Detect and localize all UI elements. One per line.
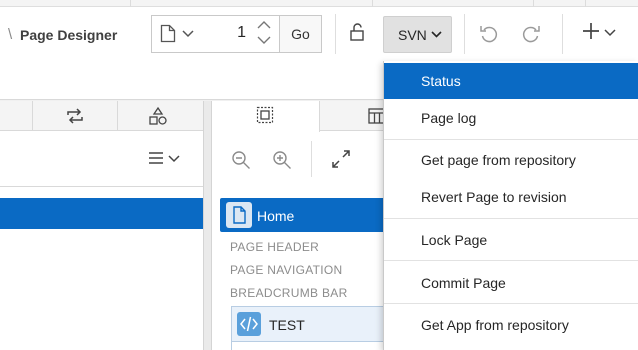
zoom-in-icon[interactable] [272,150,292,170]
toolbar-divider [335,14,336,54]
refresh-arrows-icon[interactable] [65,107,85,125]
menu-separator [384,260,638,261]
panel-splitter[interactable] [203,101,212,350]
page-name: Home [257,208,295,224]
menu-item-lock-page[interactable]: Lock Page [384,222,638,258]
strip-divider [533,0,534,7]
chevron-down-icon[interactable] [604,29,616,37]
svn-button-label: SVN [398,27,427,43]
strip-divider [130,0,131,7]
menu-item-status[interactable]: Status [384,63,638,99]
page-number-input[interactable]: 1 [208,24,246,42]
go-button[interactable]: Go [279,15,322,53]
menu-item-page-log[interactable]: Page log [384,100,638,136]
left-tab-bar [0,101,203,131]
toolbar-divider [311,141,312,177]
spin-up-icon[interactable] [257,20,271,29]
chevron-down-icon [431,31,442,38]
menu-item-revert-page-to-revision[interactable]: Revert Page to revision [384,179,638,215]
menu-item-commit-page[interactable]: Commit Page [384,265,638,301]
zoom-out-icon[interactable] [231,150,251,170]
left-panel [0,101,203,350]
layout-icon [256,106,274,124]
menu-item-get-page-from-repository[interactable]: Get page from repository [384,142,638,178]
region-name: TEST [269,317,305,333]
svn-button[interactable]: SVN [383,16,452,53]
region-label-breadcrumb-bar[interactable]: BREADCRUMB BAR [230,286,348,300]
plus-icon[interactable] [582,22,600,40]
menu-separator [384,218,638,219]
expand-icon[interactable] [331,149,351,169]
redo-icon[interactable] [521,24,541,44]
region-label-page-header[interactable]: PAGE HEADER [230,240,319,254]
selected-tree-row[interactable] [0,198,203,229]
breadcrumb-separator: \ [8,26,13,43]
menu-separator [384,303,638,304]
tab-divider [117,101,118,131]
chevron-down-icon[interactable] [168,155,180,163]
region-label-page-navigation[interactable]: PAGE NAVIGATION [230,263,343,277]
hamburger-menu-icon[interactable] [148,151,164,165]
top-tab-strip [0,0,638,7]
tree-connector [231,342,232,350]
menu-separator [384,139,638,140]
undo-icon[interactable] [479,24,499,44]
chevron-down-icon[interactable] [182,30,194,38]
tab-divider [32,101,33,131]
code-icon [237,312,261,336]
page-icon [226,202,252,228]
menu-item-get-app-from-repository[interactable]: Get App from repository [384,307,638,343]
spin-down-icon[interactable] [257,36,271,45]
svn-dropdown-menu: Status Page log Get page from repository… [383,61,638,350]
page-title: Page Designer [20,27,118,43]
page-icon[interactable] [160,24,176,43]
strip-divider [372,0,373,7]
strip-divider [585,0,586,7]
tab-layout[interactable] [212,101,320,132]
toolbar-divider [562,14,563,54]
toolbar-divider [464,14,465,54]
unlock-icon[interactable] [348,22,368,42]
shapes-icon[interactable] [148,106,168,126]
divider [0,186,203,187]
